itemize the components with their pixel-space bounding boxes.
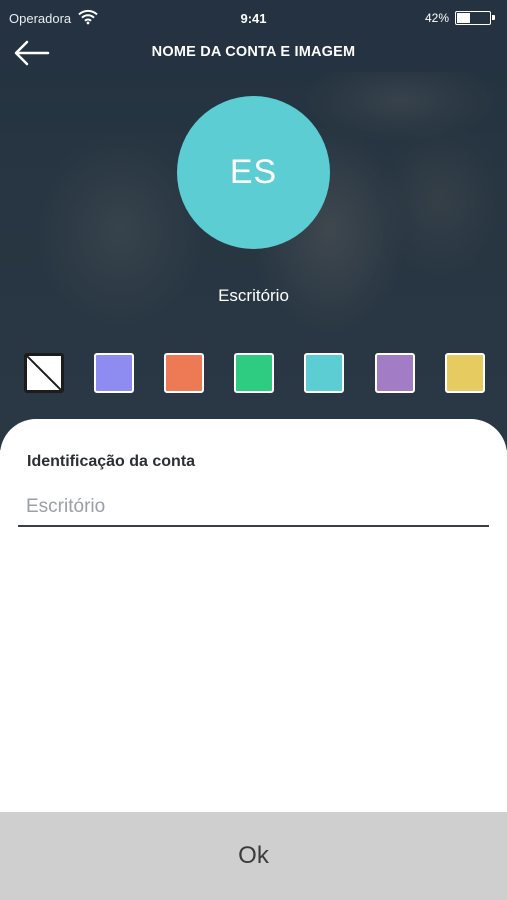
swatch-teal[interactable] [304, 353, 344, 393]
avatar-initials: ES [229, 153, 278, 191]
swatch-blue-violet[interactable] [94, 353, 134, 393]
battery-icon [455, 11, 495, 25]
swatch-purple[interactable] [375, 353, 415, 393]
battery-level [457, 13, 471, 23]
ok-button[interactable]: Ok [0, 812, 507, 900]
swatch-orange[interactable] [164, 353, 204, 393]
account-id-input[interactable] [18, 489, 489, 527]
swatch-yellow[interactable] [445, 353, 485, 393]
account-name: Escritório [218, 286, 289, 305]
battery-percent: 42% [425, 11, 450, 25]
account-avatar[interactable]: ES [177, 96, 330, 249]
color-swatch-row [0, 353, 507, 393]
form-sheet: Identificação da conta [0, 419, 507, 812]
account-id-label: Identificação da conta [27, 453, 196, 470]
nav-bar: NOME DA CONTA E IMAGEM [0, 36, 507, 72]
swatch-no-color[interactable] [24, 353, 64, 393]
swatch-green[interactable] [234, 353, 274, 393]
status-bar: Operadora 9:41 42% [0, 0, 507, 36]
no-color-icon [27, 356, 61, 390]
battery-nub [492, 15, 495, 20]
page-title: NOME DA CONTA E IMAGEM [151, 44, 356, 60]
